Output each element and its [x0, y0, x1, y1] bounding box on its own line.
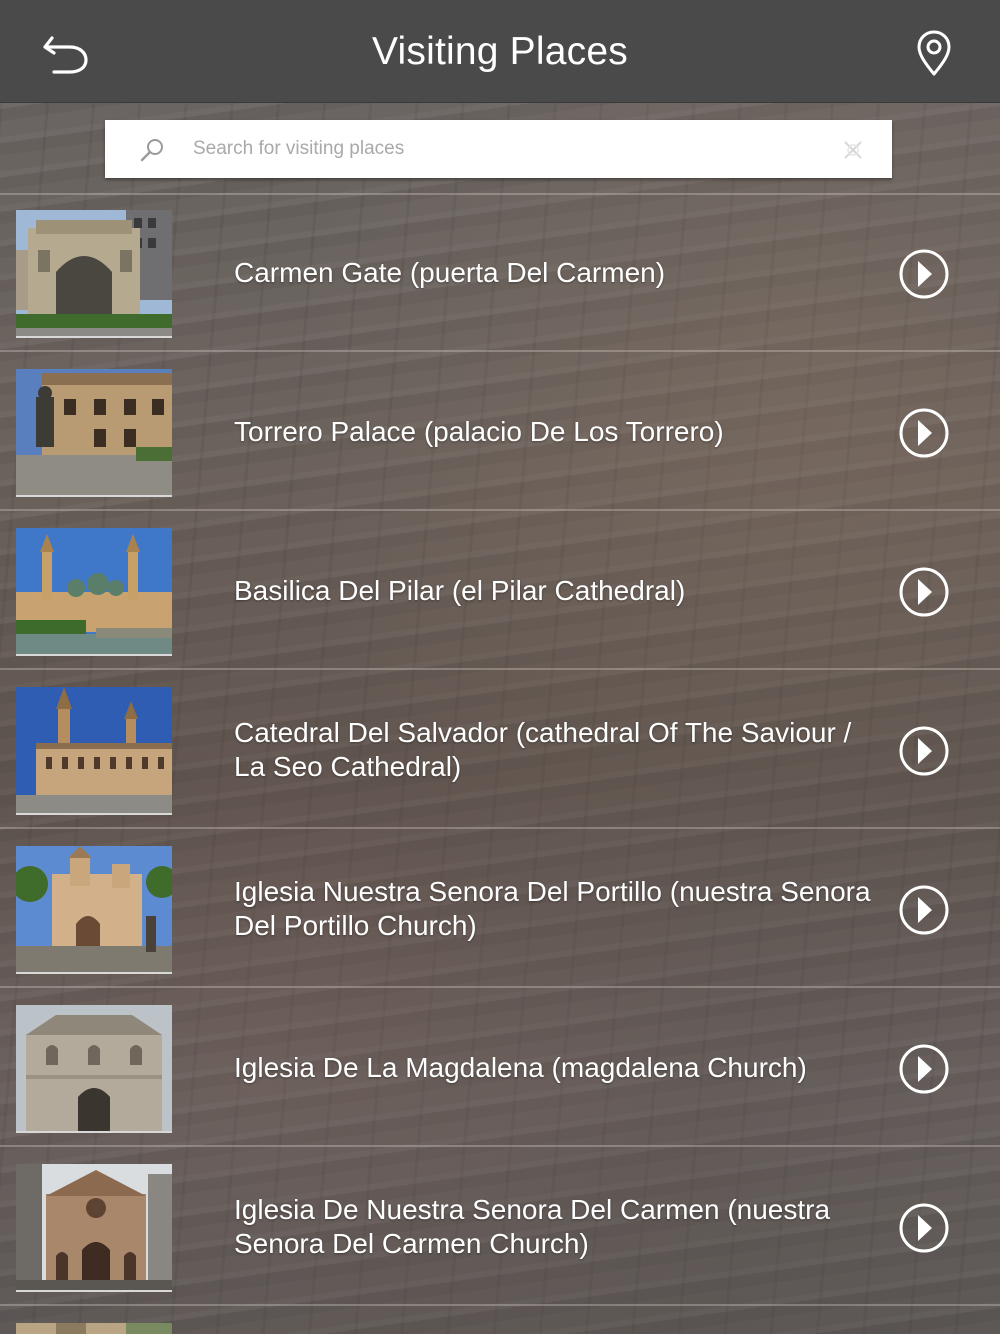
place-name: Iglesia De La Magdalena (magdalena Churc… — [234, 1051, 807, 1083]
place-name: Torrero Palace (palacio De Los Torrero) — [234, 415, 724, 447]
chevron-right-icon[interactable] — [898, 407, 950, 459]
place-thumbnail — [16, 1005, 172, 1133]
list-item[interactable]: Torrero Palace (palacio De Los Torrero) — [0, 352, 1000, 511]
place-name: Iglesia De Nuestra Senora Del Carmen (nu… — [234, 1193, 831, 1259]
search-bar — [105, 120, 892, 178]
clear-search-icon[interactable] — [842, 139, 864, 161]
list-item[interactable]: Basilica Del Pilar (el Pilar Cathedral) — [0, 511, 1000, 670]
map-pin-icon — [917, 30, 951, 76]
place-thumbnail — [16, 687, 172, 815]
place-name: Basilica Del Pilar (el Pilar Cathedral) — [234, 574, 686, 606]
chevron-right-icon[interactable] — [898, 725, 950, 777]
chevron-right-icon[interactable] — [898, 884, 950, 936]
chevron-right-icon[interactable] — [898, 1043, 950, 1095]
nav-bar: Visiting Places — [0, 0, 1000, 103]
chevron-right-icon[interactable] — [898, 566, 950, 618]
page-title: Visiting Places — [372, 30, 628, 73]
chevron-right-icon[interactable] — [898, 248, 950, 300]
place-thumbnail — [16, 1323, 172, 1334]
list-item[interactable]: Iglesia Nuestra Senora Del Portillo (nue… — [0, 829, 1000, 988]
list-item[interactable]: Carmen Gate (puerta Del Carmen) — [0, 193, 1000, 352]
place-thumbnail — [16, 1164, 172, 1292]
location-button[interactable] — [910, 28, 958, 78]
list-item-partial[interactable] — [0, 1306, 1000, 1334]
search-icon — [140, 139, 163, 162]
place-thumbnail — [16, 210, 172, 338]
list-item[interactable]: Catedral Del Salvador (cathedral Of The … — [0, 670, 1000, 829]
divider — [0, 193, 1000, 195]
place-name: Catedral Del Salvador (cathedral Of The … — [234, 716, 852, 782]
place-name: Carmen Gate (puerta Del Carmen) — [234, 256, 666, 288]
place-thumbnail — [16, 369, 172, 497]
place-thumbnail — [16, 846, 172, 974]
chevron-right-icon[interactable] — [898, 1202, 950, 1254]
place-thumbnail — [16, 528, 172, 656]
list-item[interactable]: Iglesia De La Magdalena (magdalena Churc… — [0, 988, 1000, 1147]
list-item[interactable]: Iglesia De Nuestra Senora Del Carmen (nu… — [0, 1147, 1000, 1306]
search-input[interactable] — [193, 130, 813, 168]
place-name: Iglesia Nuestra Senora Del Portillo (nue… — [234, 875, 871, 941]
